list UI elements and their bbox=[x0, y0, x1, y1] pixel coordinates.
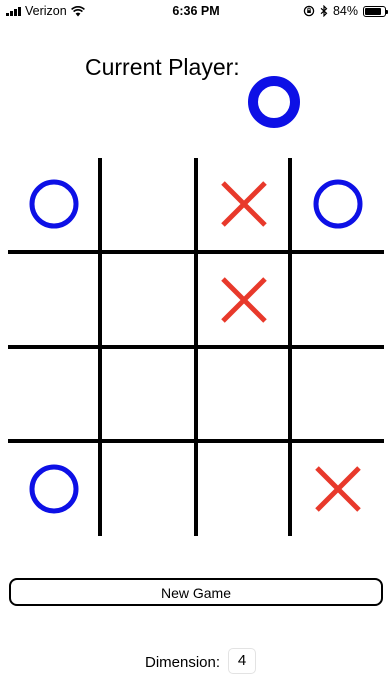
o-mark-icon bbox=[29, 464, 79, 514]
board-cell-r0-c0[interactable] bbox=[8, 158, 100, 250]
new-game-button[interactable]: New Game bbox=[9, 578, 383, 606]
board-cell-r1-c2[interactable] bbox=[198, 254, 290, 346]
board-cell-r3-c2[interactable] bbox=[198, 443, 290, 535]
board-cell-r1-c3[interactable] bbox=[292, 254, 384, 346]
dimension-input[interactable]: 4 bbox=[228, 648, 256, 674]
status-bar-right: 84% bbox=[303, 4, 388, 18]
o-mark-icon bbox=[313, 179, 363, 229]
current-player-o-icon bbox=[248, 76, 300, 128]
game-board bbox=[8, 158, 384, 536]
x-mark-icon bbox=[221, 181, 267, 227]
battery-fill bbox=[365, 7, 381, 15]
dimension-label: Dimension: bbox=[145, 654, 221, 671]
bluetooth-icon bbox=[320, 5, 328, 17]
board-cell-r3-c1[interactable] bbox=[102, 443, 194, 535]
board-cell-r1-c1[interactable] bbox=[102, 254, 194, 346]
x-mark-icon bbox=[315, 466, 361, 512]
current-player-row: Current Player: bbox=[0, 36, 392, 128]
o-mark-icon bbox=[29, 179, 79, 229]
board-cell-r2-c3[interactable] bbox=[292, 349, 384, 441]
board-cell-r3-c3[interactable] bbox=[292, 443, 384, 535]
board-cell-r1-c0[interactable] bbox=[8, 254, 100, 346]
board-cell-r0-c1[interactable] bbox=[102, 158, 194, 250]
battery-icon bbox=[363, 5, 388, 17]
board-cell-r0-c3[interactable] bbox=[292, 158, 384, 250]
current-player-label: Current Player: bbox=[85, 54, 240, 80]
x-mark-icon bbox=[221, 277, 267, 323]
board-cell-r0-c2[interactable] bbox=[198, 158, 290, 250]
board-cell-r2-c2[interactable] bbox=[198, 349, 290, 441]
board-cell-r3-c0[interactable] bbox=[8, 443, 100, 535]
battery-percent: 84% bbox=[332, 4, 358, 18]
board-cell-r2-c0[interactable] bbox=[8, 349, 100, 441]
board-cell-r2-c1[interactable] bbox=[102, 349, 194, 441]
orientation-lock-icon bbox=[303, 5, 315, 17]
dimension-row: Dimension: 4 bbox=[0, 648, 392, 678]
status-bar: Verizon 6:36 PM 84% bbox=[0, 0, 392, 22]
